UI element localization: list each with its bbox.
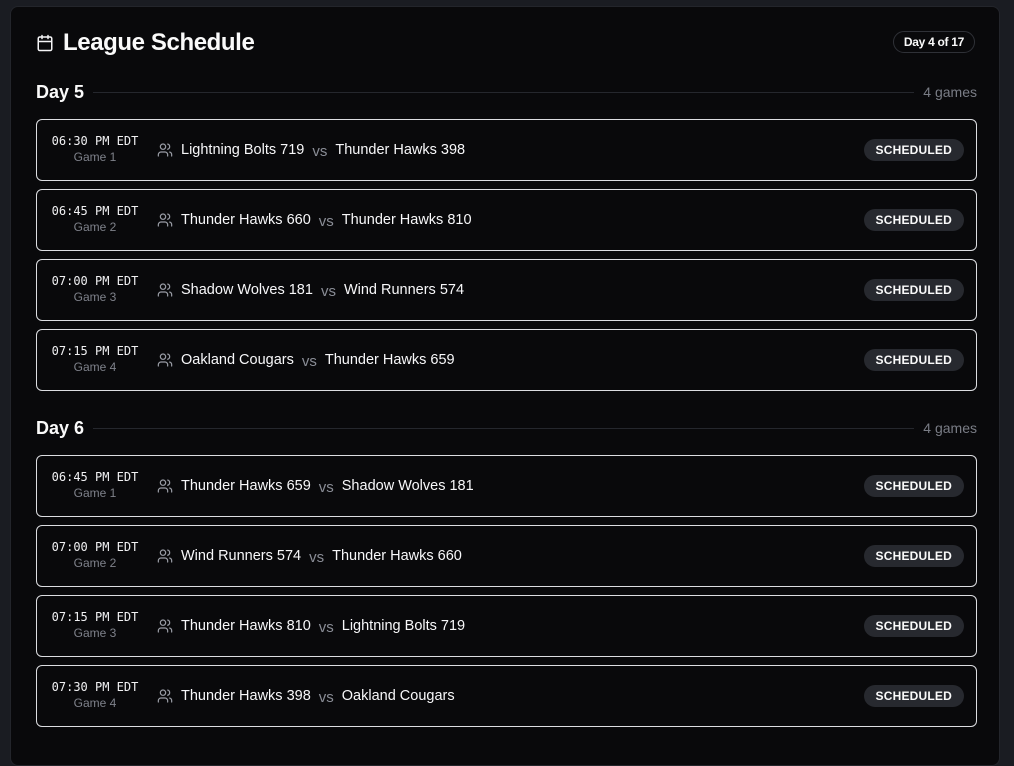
- day-title: Day 5: [36, 81, 85, 102]
- day-header: Day 6 4 games: [36, 413, 977, 443]
- away-team: Oakland Cougars: [341, 688, 455, 704]
- users-icon: [157, 143, 173, 157]
- away-team: Thunder Hawks 660: [332, 548, 462, 564]
- status-badge: SCHEDULED: [863, 209, 964, 231]
- game-number: Game 4: [73, 696, 117, 710]
- game-time: 07:00 PM EDT: [51, 274, 139, 288]
- users-icon: [157, 689, 173, 703]
- users-icon: [157, 549, 173, 563]
- game-number: Game 2: [73, 220, 117, 234]
- game-time: 06:45 PM EDT: [51, 204, 139, 218]
- game-time: 06:45 PM EDT: [51, 470, 139, 484]
- vs-label: vs: [318, 478, 334, 496]
- game-row[interactable]: 07:00 PM EDT Game 3 Shadow Wolves 181 vs…: [36, 259, 977, 321]
- calendar-icon: [37, 34, 53, 52]
- game-time-block: 06:45 PM EDT Game 1: [37, 470, 153, 502]
- game-number: Game 4: [73, 360, 117, 374]
- away-team: Shadow Wolves 181: [341, 478, 474, 494]
- home-team: Thunder Hawks 398: [181, 688, 311, 704]
- vs-label: vs: [318, 688, 334, 706]
- status-badge: SCHEDULED: [863, 545, 964, 567]
- away-team: Thunder Hawks 810: [341, 212, 472, 228]
- game-time: 07:00 PM EDT: [51, 540, 139, 554]
- day-game-count: 4 games: [923, 84, 977, 100]
- game-number: Game 1: [73, 486, 117, 500]
- game-time-block: 06:45 PM EDT Game 2: [37, 204, 153, 236]
- users-icon: [157, 479, 173, 493]
- users-icon: [157, 619, 173, 633]
- game-time-block: 06:30 PM EDT Game 1: [37, 134, 153, 166]
- day-section-5: Day 5 4 games 06:30 PM EDT Game 1 Lightn…: [36, 77, 977, 391]
- away-team: Thunder Hawks 659: [324, 352, 455, 368]
- day-progress-badge: Day 4 of 17: [892, 31, 975, 53]
- game-number: Game 1: [73, 150, 117, 164]
- home-team: Thunder Hawks 660: [181, 212, 311, 228]
- game-number: Game 3: [73, 626, 117, 640]
- users-icon: [157, 353, 173, 367]
- game-time: 07:15 PM EDT: [51, 344, 139, 358]
- game-row[interactable]: 06:45 PM EDT Game 2 Thunder Hawks 660 vs…: [36, 189, 977, 251]
- day-title: Day 6: [36, 417, 85, 438]
- vs-label: vs: [318, 618, 334, 636]
- game-number: Game 2: [73, 556, 117, 570]
- game-time: 06:30 PM EDT: [51, 134, 139, 148]
- game-time-block: 07:15 PM EDT Game 3: [37, 610, 153, 642]
- status-badge: SCHEDULED: [863, 685, 964, 707]
- game-row[interactable]: 07:00 PM EDT Game 2 Wind Runners 574 vs …: [36, 525, 977, 587]
- schedule-panel: League Schedule Day 4 of 17 Day 5 4 game…: [10, 6, 1000, 766]
- day-game-count: 4 games: [923, 420, 977, 436]
- vs-label: vs: [318, 212, 334, 230]
- game-row[interactable]: 06:45 PM EDT Game 1 Thunder Hawks 659 vs…: [36, 455, 977, 517]
- status-badge: SCHEDULED: [863, 349, 964, 371]
- status-badge: SCHEDULED: [863, 139, 964, 161]
- page-title: League Schedule: [63, 29, 255, 56]
- vs-label: vs: [320, 282, 336, 300]
- away-team: Lightning Bolts 719: [341, 618, 466, 634]
- game-time: 07:30 PM EDT: [51, 680, 139, 694]
- game-time: 07:15 PM EDT: [51, 610, 139, 624]
- vs-label: vs: [309, 548, 325, 566]
- game-time-block: 07:15 PM EDT Game 4: [37, 344, 153, 376]
- users-icon: [157, 283, 173, 297]
- home-team: Thunder Hawks 810: [181, 618, 311, 634]
- home-team: Wind Runners 574: [181, 548, 302, 564]
- game-time-block: 07:00 PM EDT Game 3: [37, 274, 153, 306]
- game-time-block: 07:00 PM EDT Game 2: [37, 540, 153, 572]
- game-row[interactable]: 07:30 PM EDT Game 4 Thunder Hawks 398 vs…: [36, 665, 977, 727]
- home-team: Lightning Bolts 719: [181, 142, 305, 158]
- game-row[interactable]: 06:30 PM EDT Game 1 Lightning Bolts 719 …: [36, 119, 977, 181]
- home-team: Thunder Hawks 659: [181, 478, 311, 494]
- day-divider: [93, 427, 915, 429]
- vs-label: vs: [301, 352, 317, 370]
- game-row[interactable]: 07:15 PM EDT Game 4 Oakland Cougars vs T…: [36, 329, 977, 391]
- day-divider: [93, 91, 915, 93]
- away-team: Wind Runners 574: [343, 282, 465, 298]
- home-team: Shadow Wolves 181: [181, 282, 313, 298]
- status-badge: SCHEDULED: [863, 279, 964, 301]
- day-section-6: Day 6 4 games 06:45 PM EDT Game 1 Thunde…: [36, 413, 977, 727]
- away-team: Thunder Hawks 398: [335, 142, 466, 158]
- users-icon: [157, 213, 173, 227]
- status-badge: SCHEDULED: [863, 475, 964, 497]
- game-row[interactable]: 07:15 PM EDT Game 3 Thunder Hawks 810 vs…: [36, 595, 977, 657]
- status-badge: SCHEDULED: [863, 615, 964, 637]
- game-time-block: 07:30 PM EDT Game 4: [37, 680, 153, 712]
- game-number: Game 3: [73, 290, 117, 304]
- vs-label: vs: [312, 142, 328, 160]
- panel-header: League Schedule: [36, 29, 255, 57]
- home-team: Oakland Cougars: [181, 352, 294, 368]
- day-header: Day 5 4 games: [36, 77, 977, 107]
